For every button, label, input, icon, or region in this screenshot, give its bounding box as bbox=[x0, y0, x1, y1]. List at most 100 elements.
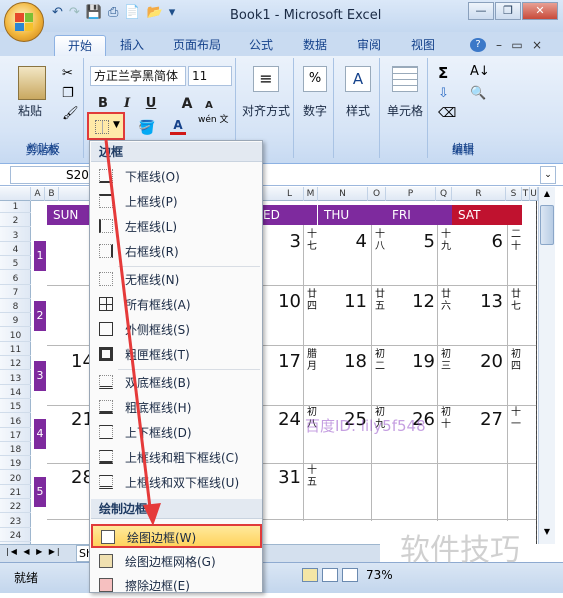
menu-item-left-border[interactable]: 左框线(L) bbox=[91, 215, 262, 239]
fill-icon[interactable]: ⇩ bbox=[438, 86, 449, 101]
col-header[interactable]: U bbox=[530, 187, 538, 201]
open-folder-icon[interactable]: 📂 bbox=[147, 5, 163, 20]
row-header[interactable]: 3 bbox=[0, 230, 31, 242]
bold-button[interactable]: B bbox=[92, 94, 114, 114]
italic-button[interactable]: I bbox=[116, 94, 138, 114]
expand-formula-icon[interactable]: ⌄ bbox=[540, 166, 556, 184]
row-header[interactable]: 7 bbox=[0, 287, 31, 299]
row-header[interactable]: 5 bbox=[0, 258, 31, 271]
normal-view-icon[interactable] bbox=[302, 568, 318, 582]
scroll-up-icon[interactable]: ▲ bbox=[540, 189, 554, 201]
select-all-corner[interactable] bbox=[0, 187, 31, 201]
phonetic-icon[interactable]: wén 文 bbox=[198, 116, 228, 125]
number-format-icon[interactable]: % bbox=[303, 66, 327, 92]
menu-item-all-borders[interactable]: 所有框线(A) bbox=[91, 293, 262, 317]
redo-icon[interactable]: ↷ bbox=[69, 5, 80, 20]
vertical-scrollbar[interactable]: ▲ ▼ bbox=[538, 187, 555, 544]
undo-icon[interactable]: ↶ bbox=[52, 5, 63, 20]
row-header[interactable]: 1 bbox=[0, 201, 31, 213]
tab-formulas[interactable]: 公式 bbox=[240, 35, 282, 56]
menu-item-no-border[interactable]: 无框线(N) bbox=[91, 268, 262, 292]
tab-review[interactable]: 审阅 bbox=[348, 35, 390, 56]
col-header[interactable]: P bbox=[386, 187, 436, 201]
col-header[interactable]: A bbox=[31, 187, 45, 201]
styles-icon[interactable]: A bbox=[345, 66, 371, 92]
print-icon[interactable]: ⎙ bbox=[108, 5, 118, 20]
row-header[interactable]: 20 bbox=[0, 473, 31, 485]
row-header[interactable]: 14 bbox=[0, 387, 31, 399]
underline-button[interactable]: U bbox=[140, 94, 162, 114]
font-color-icon[interactable]: A bbox=[170, 118, 186, 135]
menu-item-erase-border[interactable]: 擦除边框(E) bbox=[91, 574, 262, 598]
number-button[interactable]: 数字 bbox=[298, 102, 332, 119]
maximize-button[interactable]: ❐ bbox=[495, 2, 521, 20]
help-icon[interactable]: ? bbox=[470, 38, 486, 52]
menu-item-right-border[interactable]: 右框线(R) bbox=[91, 240, 262, 264]
page-break-view-icon[interactable] bbox=[342, 568, 358, 582]
row-header[interactable]: 15 bbox=[0, 401, 31, 414]
sort-filter-icon[interactable]: A↓ bbox=[470, 64, 490, 79]
alignment-icon[interactable]: ≡ bbox=[253, 66, 279, 92]
row-header[interactable]: 23 bbox=[0, 516, 31, 528]
row-header[interactable]: 21 bbox=[0, 487, 31, 499]
row-header[interactable]: 11 bbox=[0, 344, 31, 356]
copy-icon[interactable]: ❐ bbox=[62, 86, 74, 101]
font-size-combo[interactable]: 11 bbox=[188, 66, 232, 86]
find-icon[interactable]: 🔍 bbox=[470, 86, 486, 101]
col-header[interactable]: B bbox=[45, 187, 59, 201]
fill-color-icon[interactable]: 🪣 bbox=[138, 120, 155, 136]
cut-icon[interactable]: ✂ bbox=[62, 66, 73, 81]
ribbon-close-icon[interactable]: × bbox=[530, 35, 544, 56]
menu-item-draw-border[interactable]: 绘图边框(W) bbox=[91, 524, 262, 548]
col-header[interactable]: M bbox=[304, 187, 318, 201]
row-header[interactable]: 16 bbox=[0, 416, 31, 428]
menu-item-outside-borders[interactable]: 外侧框线(S) bbox=[91, 318, 262, 342]
col-header[interactable]: S bbox=[506, 187, 522, 201]
row-header[interactable]: 4 bbox=[0, 244, 31, 256]
row-header[interactable]: 19 bbox=[0, 458, 31, 471]
tab-insert[interactable]: 插入 bbox=[112, 35, 152, 56]
ribbon-minimize-icon[interactable]: – bbox=[492, 35, 506, 56]
name-box[interactable]: S20 bbox=[10, 166, 94, 184]
border-dropdown-button[interactable]: ▼ bbox=[87, 112, 125, 140]
menu-item-top-border[interactable]: 上框线(P) bbox=[91, 190, 262, 214]
menu-item-top-double-bottom[interactable]: 上框线和双下框线(U) bbox=[91, 471, 262, 495]
row-header[interactable]: 12 bbox=[0, 358, 31, 371]
col-header[interactable]: O bbox=[368, 187, 386, 201]
zoom-level[interactable]: 73% bbox=[366, 568, 393, 582]
col-header[interactable]: N bbox=[318, 187, 368, 201]
tab-data[interactable]: 数据 bbox=[294, 35, 336, 56]
font-name-combo[interactable]: 方正兰亭黑简体 bbox=[90, 66, 186, 86]
menu-item-draw-border-grid[interactable]: 绘图边框网格(G) bbox=[91, 550, 262, 574]
shrink-font-button[interactable]: A bbox=[198, 96, 220, 116]
grow-font-button[interactable]: A bbox=[176, 94, 198, 114]
row-header[interactable]: 17 bbox=[0, 430, 31, 442]
menu-item-top-thick-bottom[interactable]: 上框线和粗下框线(C) bbox=[91, 446, 262, 470]
col-header[interactable]: Q bbox=[436, 187, 452, 201]
row-header[interactable]: 2 bbox=[0, 215, 31, 228]
row-header[interactable]: 13 bbox=[0, 373, 31, 385]
menu-item-double-bottom[interactable]: 双底框线(B) bbox=[91, 371, 262, 395]
menu-item-thick-box-border[interactable]: 粗匣框线(T) bbox=[91, 343, 262, 367]
tab-page-layout[interactable]: 页面布局 bbox=[166, 35, 228, 56]
alignment-button[interactable]: 对齐方式 bbox=[240, 102, 292, 119]
menu-item-thick-bottom[interactable]: 粗底框线(H) bbox=[91, 396, 262, 420]
row-header[interactable]: 10 bbox=[0, 330, 31, 342]
qat-more-icon[interactable]: ▾ bbox=[169, 5, 176, 20]
minimize-button[interactable]: — bbox=[468, 2, 494, 20]
cells-icon[interactable] bbox=[392, 66, 418, 92]
row-header[interactable]: 8 bbox=[0, 301, 31, 314]
paste-button[interactable]: 粘贴 bbox=[18, 102, 42, 119]
row-header[interactable]: 18 bbox=[0, 444, 31, 457]
save-icon[interactable]: 💾 bbox=[86, 5, 102, 20]
row-header[interactable]: 22 bbox=[0, 501, 31, 514]
row-header[interactable]: 24 bbox=[0, 530, 31, 542]
clear-icon[interactable]: ⌫ bbox=[438, 106, 456, 121]
close-button[interactable]: ✕ bbox=[522, 2, 558, 20]
office-button[interactable] bbox=[4, 2, 44, 42]
row-header[interactable]: 9 bbox=[0, 315, 31, 328]
col-header[interactable]: R bbox=[452, 187, 506, 201]
ribbon-restore-icon[interactable]: ▭ bbox=[510, 35, 524, 56]
format-painter-icon[interactable]: 🖌 bbox=[62, 106, 79, 121]
autosum-icon[interactable]: Σ bbox=[438, 64, 448, 82]
